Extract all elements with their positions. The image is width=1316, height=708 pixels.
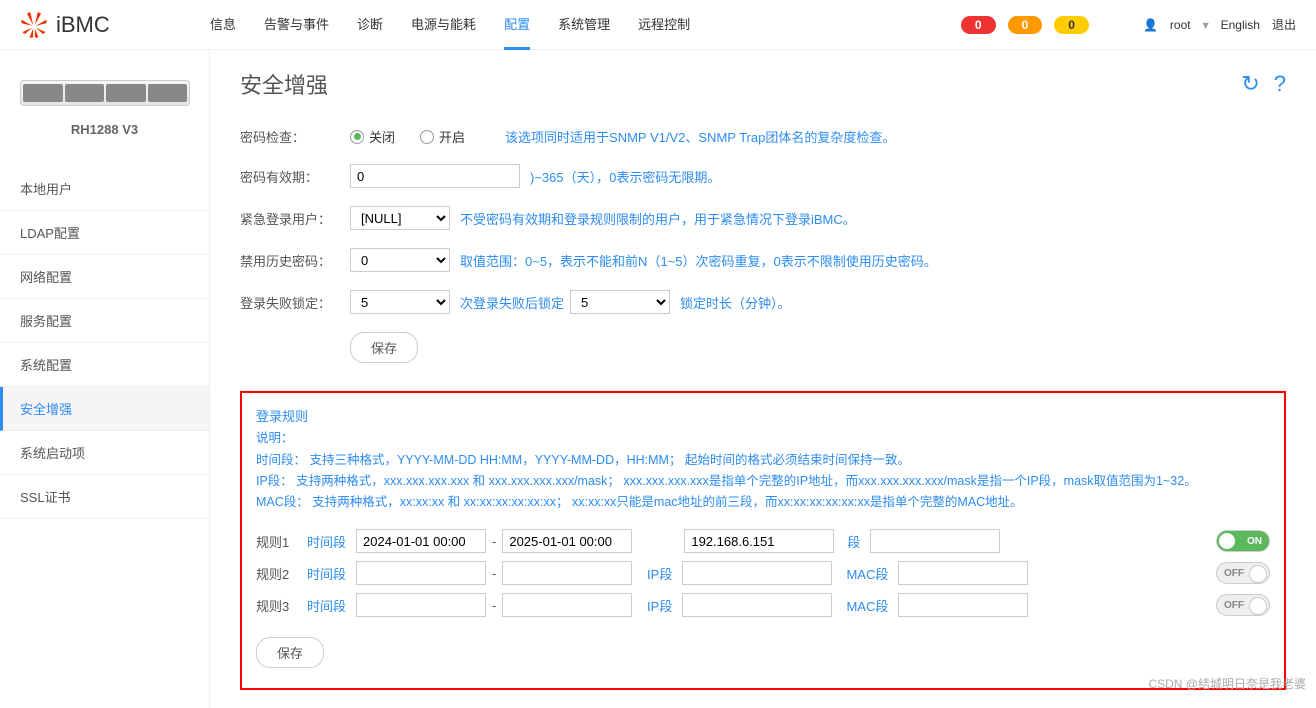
rule1-ip[interactable]	[684, 529, 834, 553]
huawei-logo-icon	[20, 11, 48, 39]
hist-select[interactable]: 0	[350, 248, 450, 272]
save-button-rules[interactable]: 保存	[256, 637, 324, 668]
lock-label: 登录失败锁定：	[240, 293, 350, 312]
user-icon: 👤	[1143, 18, 1158, 32]
rule1-time-start[interactable]	[356, 529, 486, 553]
logo: iBMC	[20, 11, 210, 39]
sidebar-item-service[interactable]: 服务配置	[0, 299, 209, 343]
rule2-mac-label: MAC段	[838, 564, 888, 583]
rules-desc: 说明： 时间段： 支持三种格式，YYYY-MM-DD HH:MM，YYYY-MM…	[256, 428, 1270, 513]
content: 安全增强 ↻ ? 密码检查： 关闭 开启 该选项同时适用于SNMP V1/V2、…	[210, 50, 1316, 708]
rule3-time-start[interactable]	[356, 593, 486, 617]
pwd-check-hint: 该选项同时适用于SNMP V1/V2、SNMP Trap团体名的复杂度检查。	[505, 127, 895, 146]
page-title: 安全增强	[240, 68, 328, 100]
rule2-label: 规则2	[256, 564, 298, 583]
sidebar-item-network[interactable]: 网络配置	[0, 255, 209, 299]
sidebar-item-ldap[interactable]: LDAP配置	[0, 211, 209, 255]
emerg-label: 紧急登录用户：	[240, 209, 350, 228]
rule-row-2: 规则2 时间段 - IP段 MAC段 OFF	[256, 557, 1270, 589]
pwd-valid-hint: )~365（天），0表示密码无限期。	[530, 167, 720, 186]
brand-text: iBMC	[56, 12, 110, 38]
rule1-label: 规则1	[256, 532, 298, 551]
rule2-time-end[interactable]	[502, 561, 632, 585]
hist-hint: 取值范围：0~5，表示不能和前N（1~5）次密码重复，0表示不限制使用历史密码。	[460, 251, 937, 270]
sidebar-item-security[interactable]: 安全增强	[0, 387, 209, 431]
watermark: CSDN @结城明日奈是我老婆	[1148, 675, 1306, 692]
rule1-time-label: 时间段	[304, 532, 346, 551]
rule3-label: 规则3	[256, 596, 298, 615]
topbar: iBMC 信息 告警与事件 诊断 电源与能耗 配置 系统管理 远程控制 0 0 …	[0, 0, 1316, 50]
sidebar-item-boot[interactable]: 系统启动项	[0, 431, 209, 475]
rule3-mac-label: MAC段	[838, 596, 888, 615]
rule2-time-label: 时间段	[304, 564, 346, 583]
lock-fail-select[interactable]: 5	[350, 290, 450, 314]
rule2-ip[interactable]	[682, 561, 832, 585]
rule3-time-label: 时间段	[304, 596, 346, 615]
nav-diag[interactable]: 诊断	[357, 0, 383, 50]
rule1-seg-label: 段	[840, 532, 860, 551]
badge-minor[interactable]: 0	[1054, 16, 1089, 34]
nav-alarm[interactable]: 告警与事件	[264, 0, 329, 50]
device-image	[0, 50, 209, 116]
lock-mid-text: 次登录失败后锁定	[460, 293, 564, 312]
nav-power[interactable]: 电源与能耗	[411, 0, 476, 50]
rule3-mac[interactable]	[898, 593, 1028, 617]
help-icon[interactable]: ?	[1274, 71, 1286, 97]
rule2-mac[interactable]	[898, 561, 1028, 585]
nav-config[interactable]: 配置	[504, 0, 530, 50]
top-nav: 信息 告警与事件 诊断 电源与能耗 配置 系统管理 远程控制	[210, 0, 690, 50]
language-link[interactable]: English	[1221, 18, 1260, 32]
nav-remote[interactable]: 远程控制	[638, 0, 690, 50]
top-right: 0 0 0 👤 root ▾ English 退出	[961, 16, 1296, 34]
rules-title: 登录规则	[256, 405, 1270, 428]
hist-label: 禁用历史密码：	[240, 251, 350, 270]
badge-critical[interactable]: 0	[961, 16, 996, 34]
rule-row-3: 规则3 时间段 - IP段 MAC段 OFF	[256, 589, 1270, 621]
lock-dur-select[interactable]: 5	[570, 290, 670, 314]
pwd-valid-label: 密码有效期：	[240, 167, 350, 186]
rule3-ip[interactable]	[682, 593, 832, 617]
username[interactable]: root	[1170, 18, 1191, 32]
rule3-toggle[interactable]: OFF	[1216, 594, 1270, 616]
chevron-down-icon[interactable]: ▾	[1203, 18, 1209, 32]
rule1-mac[interactable]	[870, 529, 1000, 553]
page-title-row: 安全增强 ↻ ?	[240, 68, 1286, 100]
rule-row-1: 规则1 时间段 - 段 ON	[256, 525, 1270, 557]
pwd-check-radio-group: 关闭 开启	[350, 127, 465, 146]
pwd-valid-input[interactable]	[350, 164, 520, 188]
rule2-ip-label: IP段	[638, 564, 672, 583]
pwd-check-label: 密码检查：	[240, 127, 350, 146]
sidebar: RH1288 V3 本地用户 LDAP配置 网络配置 服务配置 系统配置 安全增…	[0, 50, 210, 708]
logout-link[interactable]: 退出	[1272, 16, 1296, 33]
rule3-time-end[interactable]	[502, 593, 632, 617]
login-rules-section: 登录规则 说明： 时间段： 支持三种格式，YYYY-MM-DD HH:MM，YY…	[240, 391, 1286, 690]
rule3-ip-label: IP段	[638, 596, 672, 615]
rule2-time-start[interactable]	[356, 561, 486, 585]
emerg-hint: 不受密码有效期和登录规则限制的用户，用于紧急情况下登录iBMC。	[460, 209, 856, 228]
lock-tail-text: 锁定时长（分钟）。	[680, 293, 791, 312]
refresh-icon[interactable]: ↻	[1241, 71, 1259, 97]
save-button-top[interactable]: 保存	[350, 332, 418, 363]
badge-major[interactable]: 0	[1008, 16, 1043, 34]
sidebar-item-local-user[interactable]: 本地用户	[0, 167, 209, 211]
server-icon	[20, 80, 190, 106]
rule2-toggle[interactable]: OFF	[1216, 562, 1270, 584]
pwd-check-on-radio[interactable]: 开启	[420, 127, 465, 146]
device-name: RH1288 V3	[0, 116, 209, 167]
nav-info[interactable]: 信息	[210, 0, 236, 50]
rule1-time-end[interactable]	[502, 529, 632, 553]
pwd-check-off-radio[interactable]: 关闭	[350, 127, 395, 146]
sidebar-item-ssl[interactable]: SSL证书	[0, 475, 209, 519]
emerg-select[interactable]: [NULL]	[350, 206, 450, 230]
nav-sysmgmt[interactable]: 系统管理	[558, 0, 610, 50]
sidebar-item-system[interactable]: 系统配置	[0, 343, 209, 387]
rule1-toggle[interactable]: ON	[1216, 530, 1270, 552]
